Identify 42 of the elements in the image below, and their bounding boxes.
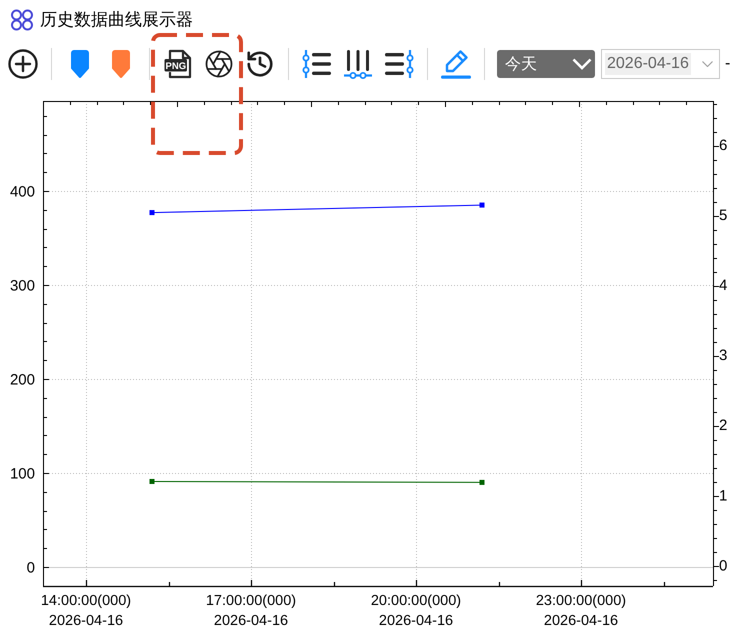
- y-tick-label: 0: [26, 560, 35, 576]
- plus-circle-icon: [8, 49, 38, 79]
- x-tick-label: 17:00:00(000) 2026-04-16: [206, 593, 296, 629]
- x-tick-label: 20:00:00(000) 2026-04-16: [370, 593, 462, 629]
- marker-icon: [71, 50, 89, 78]
- list-slider-button[interactable]: [383, 48, 415, 80]
- aperture-button[interactable]: [203, 48, 235, 80]
- y-tick-label: 4: [719, 277, 728, 294]
- y-tick-label: 0: [719, 557, 728, 574]
- y-tick-label: 2: [719, 417, 728, 434]
- aperture-icon: [204, 49, 234, 79]
- chevron-down-icon: [702, 61, 713, 67]
- x-tick-label: 23:00:00(000) 2026-04-16: [536, 593, 626, 629]
- date-field[interactable]: 2026-04-16: [601, 49, 720, 79]
- dash-text: -: [725, 55, 730, 73]
- add-button[interactable]: [7, 48, 39, 80]
- y-tick-label: 200: [10, 372, 35, 388]
- data-point: [150, 478, 154, 484]
- list-slider-button[interactable]: [301, 48, 333, 80]
- list-slider-icon: [302, 49, 332, 79]
- window-title: 历史数据曲线展示器: [40, 10, 193, 30]
- range-dropdown[interactable]: 今天: [497, 50, 595, 78]
- data-point: [480, 202, 484, 208]
- y-tick-label: 300: [10, 277, 35, 294]
- y-tick-label: 3: [719, 347, 728, 364]
- marker-icon: [112, 50, 130, 78]
- chevron-down-icon: [572, 58, 592, 70]
- column-slider-button[interactable]: [342, 48, 374, 80]
- y-tick-label: 100: [10, 466, 35, 482]
- history-icon: [245, 49, 275, 79]
- four-rings-icon: [10, 9, 34, 31]
- edit-button[interactable]: [440, 48, 472, 80]
- y-tick-label: 6: [719, 136, 728, 154]
- x-tick-label: 14:00:00(000) 2026-04-16: [40, 593, 132, 629]
- data-point: [150, 210, 154, 216]
- column-slider-icon: [343, 49, 373, 79]
- y-tick-label: 5: [719, 206, 728, 224]
- y-tick-label: 1: [719, 487, 728, 504]
- data-point: [480, 480, 484, 485]
- list-slider-icon: [384, 49, 414, 79]
- y-tick-label: 400: [10, 183, 35, 200]
- pencil-icon: [441, 49, 471, 79]
